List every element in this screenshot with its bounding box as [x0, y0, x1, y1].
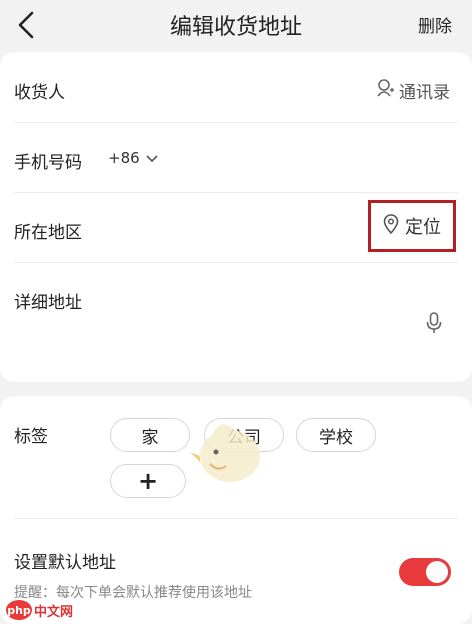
- locate-label: 定位: [405, 217, 441, 238]
- tag-school[interactable]: 学校: [296, 418, 376, 452]
- tag-home-label: 家: [141, 427, 159, 448]
- recipient-label: 收货人: [14, 83, 65, 103]
- phone-row[interactable]: 手机号码: [14, 148, 458, 173]
- page-title: 编辑收货地址: [169, 15, 302, 40]
- tag-home[interactable]: 家: [110, 418, 190, 452]
- location-pin-icon: [383, 213, 405, 239]
- contacts-label: 通讯录: [399, 83, 450, 103]
- divider: [14, 122, 458, 123]
- tag-school-label: 学校: [319, 427, 353, 448]
- default-address-toggle[interactable]: [399, 558, 451, 586]
- phone-label: 手机号码: [14, 153, 82, 173]
- default-address-hint: 提醒：每次下单会默认推荐使用该地址: [14, 585, 252, 601]
- country-code-value: +86: [108, 149, 140, 167]
- contacts-button[interactable]: 通讯录: [376, 78, 450, 103]
- watermark-text: 中文网: [34, 604, 74, 620]
- chevron-down-icon: [140, 149, 158, 167]
- watermark-logo: php 中文网: [6, 600, 73, 620]
- divider: [14, 518, 458, 519]
- php-logo: php: [6, 600, 32, 620]
- delete-button[interactable]: 删除: [418, 12, 452, 37]
- mascot-sticker: [186, 412, 272, 490]
- address-label: 详细地址: [14, 293, 82, 313]
- microphone-icon[interactable]: [426, 312, 442, 338]
- address-row[interactable]: 详细地址: [14, 288, 458, 313]
- tags-label: 标签: [14, 427, 48, 447]
- nav-bar: 编辑收货地址 删除: [0, 0, 472, 50]
- back-arrow-icon[interactable]: [14, 10, 40, 40]
- toggle-knob: [426, 561, 448, 583]
- locate-button[interactable]: 定位: [368, 200, 456, 252]
- default-address-label: 设置默认地址: [14, 553, 116, 573]
- divider: [14, 192, 458, 193]
- add-tag-button[interactable]: +: [110, 464, 186, 498]
- plus-icon: +: [137, 467, 159, 495]
- country-code-selector[interactable]: +86: [108, 149, 158, 167]
- contacts-icon: [376, 78, 399, 103]
- region-label: 所在地区: [14, 223, 82, 243]
- divider: [14, 262, 458, 263]
